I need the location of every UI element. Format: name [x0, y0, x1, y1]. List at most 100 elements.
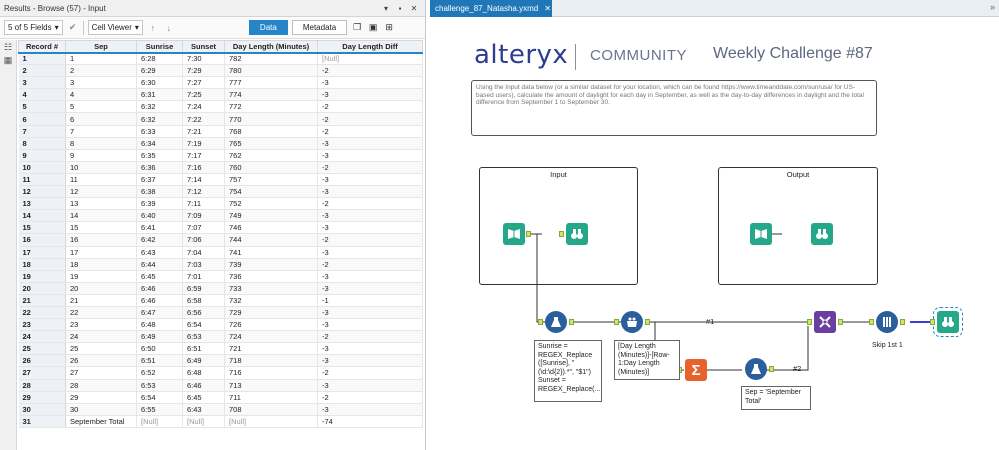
record-number-cell[interactable]: 3: [18, 76, 66, 90]
table-cell[interactable]: 7:21: [182, 125, 225, 138]
table-row[interactable]: 21 21 6:46 6:58 732 -1: [18, 294, 423, 307]
table-cell[interactable]: 9: [65, 149, 137, 162]
table-cell[interactable]: 7:04: [182, 246, 225, 259]
table-cell[interactable]: 7:12: [182, 185, 225, 199]
table-cell[interactable]: 6:44: [136, 258, 183, 271]
table-cell[interactable]: 13: [65, 197, 137, 211]
table-cell[interactable]: 19: [65, 270, 137, 283]
table-cell[interactable]: 23: [65, 318, 137, 332]
table-cell[interactable]: 716: [224, 366, 318, 380]
table-cell[interactable]: 6:35: [136, 149, 183, 162]
table-cell[interactable]: 729: [224, 306, 318, 320]
table-cell[interactable]: 7:25: [182, 88, 225, 102]
record-number-cell[interactable]: 7: [18, 125, 66, 138]
table-cell[interactable]: 24: [65, 330, 137, 344]
overflow-icon[interactable]: »: [990, 2, 995, 12]
table-row[interactable]: 8 8 6:34 7:19 765 -3: [18, 137, 423, 150]
input-anchor[interactable]: [614, 319, 619, 325]
table-cell[interactable]: 6:53: [136, 379, 183, 392]
table-cell[interactable]: 757: [224, 173, 318, 187]
table-cell[interactable]: 22: [65, 306, 137, 320]
table-cell[interactable]: 6:52: [136, 366, 183, 380]
table-cell[interactable]: 744: [224, 233, 318, 247]
table-cell[interactable]: 7:29: [182, 64, 225, 78]
table-cell[interactable]: 7:16: [182, 161, 225, 174]
checkmark-icon[interactable]: ✔: [67, 22, 79, 33]
table-cell[interactable]: 711: [224, 391, 318, 404]
metadata-tab-button[interactable]: Metadata: [291, 20, 348, 35]
table-cell[interactable]: 7:30: [182, 52, 225, 66]
table-row[interactable]: 31 September Total [Null] [Null] [Null] -74: [18, 415, 423, 428]
table-cell[interactable]: 777: [224, 76, 318, 90]
table-cell[interactable]: 774: [224, 88, 318, 102]
sample-annotation[interactable]: Skip 1st 1: [869, 340, 906, 353]
table-cell[interactable]: 6:32: [136, 100, 183, 114]
record-number-cell[interactable]: 18: [18, 258, 66, 271]
table-cell[interactable]: 6:29: [136, 64, 183, 78]
output-input-tool[interactable]: [750, 223, 772, 245]
input-anchor[interactable]: [869, 319, 874, 325]
cell-viewer-select[interactable]: Cell Viewer ▾: [87, 20, 143, 35]
table-row[interactable]: 11 11 6:37 7:14 757 -3: [18, 173, 423, 187]
column-header-day-length-diff[interactable]: Day Length Diff: [317, 40, 423, 54]
table-cell[interactable]: -74: [317, 415, 423, 428]
table-row[interactable]: 2 2 6:29 7:29 780 -2: [18, 64, 423, 78]
table-cell[interactable]: 6:51: [182, 342, 225, 356]
table-row[interactable]: 19 19 6:45 7:01 736 -3: [18, 270, 423, 283]
table-cell[interactable]: -2: [317, 161, 423, 174]
table-cell[interactable]: 12: [65, 185, 137, 199]
table-cell[interactable]: -2: [317, 258, 423, 271]
table-row[interactable]: 1 1 6:28 7:30 782 [Null]: [18, 52, 423, 66]
table-cell[interactable]: 768: [224, 125, 318, 138]
table-cell[interactable]: 6:49: [136, 330, 183, 344]
table-cell[interactable]: 6:55: [136, 403, 183, 416]
table-cell[interactable]: 6:54: [182, 318, 225, 332]
sort-up-icon[interactable]: ↑: [147, 23, 159, 33]
table-cell[interactable]: [Null]: [136, 415, 183, 428]
table-cell[interactable]: [Null]: [224, 415, 318, 428]
table-cell[interactable]: -2: [317, 233, 423, 247]
table-cell[interactable]: 7:24: [182, 100, 225, 114]
record-number-cell[interactable]: 22: [18, 306, 66, 320]
table-cell[interactable]: 6:59: [182, 282, 225, 295]
table-cell[interactable]: 6:46: [136, 294, 183, 307]
record-number-cell[interactable]: 14: [18, 209, 66, 223]
table-row[interactable]: 18 18 6:44 7:03 739 -2: [18, 258, 423, 271]
sort-down-icon[interactable]: ↓: [163, 23, 175, 33]
table-cell[interactable]: 6:50: [136, 342, 183, 356]
table-cell[interactable]: 21: [65, 294, 137, 307]
table-cell[interactable]: -3: [317, 137, 423, 150]
record-number-cell[interactable]: 19: [18, 270, 66, 283]
table-cell[interactable]: September Total: [65, 415, 137, 428]
table-cell[interactable]: 7:11: [182, 197, 225, 211]
table-row[interactable]: 24 24 6:49 6:53 724 -2: [18, 330, 423, 344]
table-cell[interactable]: 7:19: [182, 137, 225, 150]
record-number-cell[interactable]: 30: [18, 403, 66, 416]
record-number-cell[interactable]: 15: [18, 221, 66, 235]
formula-tool-1[interactable]: [545, 311, 567, 333]
table-cell[interactable]: 6:47: [136, 306, 183, 320]
table-cell[interactable]: 30: [65, 403, 137, 416]
table-cell[interactable]: -3: [317, 185, 423, 199]
table-cell[interactable]: 14: [65, 209, 137, 223]
table-row[interactable]: 9 9 6:35 7:17 762 -3: [18, 149, 423, 162]
output-anchor[interactable]: [900, 319, 905, 325]
table-cell[interactable]: 6:43: [182, 403, 225, 416]
table-cell[interactable]: 752: [224, 197, 318, 211]
table-cell[interactable]: 6:28: [136, 52, 183, 66]
table-cell[interactable]: 7: [65, 125, 137, 138]
table-cell[interactable]: 6:39: [136, 197, 183, 211]
table-cell[interactable]: 7:09: [182, 209, 225, 223]
record-number-cell[interactable]: 17: [18, 246, 66, 259]
table-row[interactable]: 30 30 6:55 6:43 708 -3: [18, 403, 423, 416]
table-cell[interactable]: 7:01: [182, 270, 225, 283]
table-cell[interactable]: 6:40: [136, 209, 183, 223]
table-cell[interactable]: 718: [224, 354, 318, 368]
table-cell[interactable]: 17: [65, 246, 137, 259]
column-header-sunset[interactable]: Sunset: [182, 40, 225, 54]
table-row[interactable]: 23 23 6:48 6:54 726 -3: [18, 318, 423, 332]
column-header-day-length[interactable]: Day Length (Minutes): [224, 40, 318, 54]
table-cell[interactable]: 6:33: [136, 125, 183, 138]
record-number-cell[interactable]: 31: [18, 415, 66, 428]
column-header-record[interactable]: Record #: [18, 40, 66, 54]
